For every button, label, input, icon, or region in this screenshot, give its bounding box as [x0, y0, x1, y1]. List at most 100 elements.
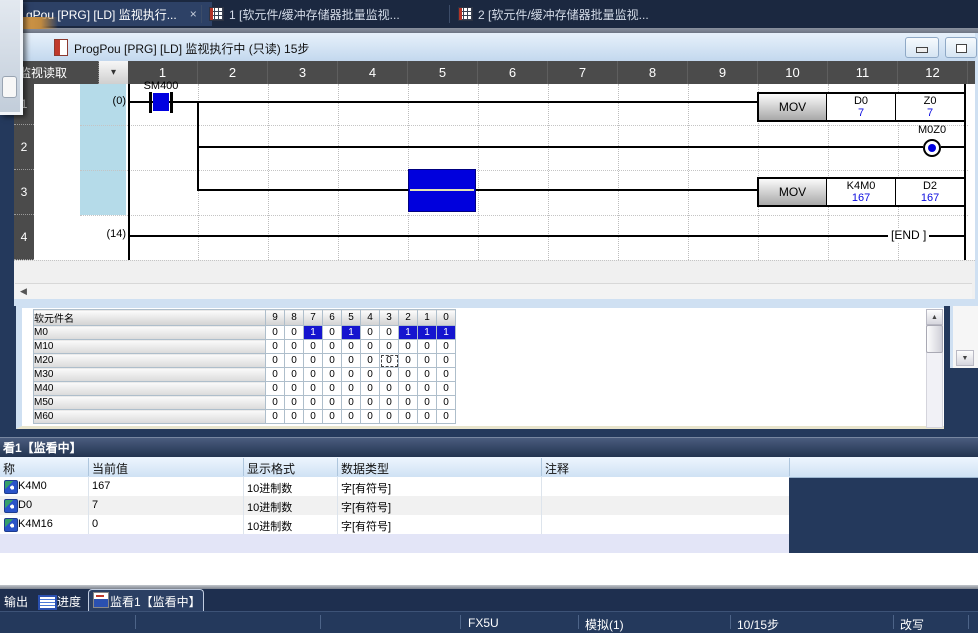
bit-value-cell[interactable]: 0: [285, 340, 304, 354]
bit-value-cell[interactable]: 0: [418, 382, 437, 396]
bit-value-cell[interactable]: 0: [304, 340, 323, 354]
bit-value-cell[interactable]: 0: [437, 368, 456, 382]
bit-value-cell[interactable]: 0: [266, 340, 285, 354]
floating-window-fragment[interactable]: [0, 0, 23, 115]
bit-value-cell[interactable]: 0: [418, 396, 437, 410]
watch-col-format[interactable]: 显示格式: [247, 460, 295, 477]
bit-value-cell[interactable]: 0: [380, 326, 399, 340]
watch-col-type[interactable]: 数据类型: [341, 460, 389, 477]
bit-value-cell[interactable]: 0: [285, 368, 304, 382]
bit-value-cell[interactable]: 0: [342, 354, 361, 368]
bit-value-cell[interactable]: 0: [285, 326, 304, 340]
watch-col-name[interactable]: 称: [3, 460, 15, 477]
bit-value-cell[interactable]: 0: [342, 410, 361, 424]
bit-value-cell[interactable]: 1: [437, 326, 456, 340]
bit-value-cell[interactable]: 0: [380, 340, 399, 354]
column-divider[interactable]: [541, 458, 542, 476]
bit-value-cell[interactable]: 0: [266, 410, 285, 424]
bit-value-cell[interactable]: 0: [361, 340, 380, 354]
ladder-column-header[interactable]: 4: [338, 61, 408, 84]
ladder-column-header[interactable]: 10: [758, 61, 828, 84]
bit-value-cell[interactable]: 0: [361, 382, 380, 396]
column-divider[interactable]: [88, 458, 89, 476]
ladder-row-header[interactable]: 3: [14, 170, 34, 215]
bit-value-cell[interactable]: 0: [304, 382, 323, 396]
column-dropdown-cell[interactable]: ▾: [99, 61, 128, 84]
ladder-column-header[interactable]: 2: [198, 61, 268, 84]
ladder-column-header[interactable]: 9: [688, 61, 758, 84]
scrollbar-thumb[interactable]: [926, 325, 943, 353]
bit-value-cell[interactable]: 0: [266, 368, 285, 382]
tab-device-monitor-2[interactable]: 2 [软元件/缓冲存储器批量监视...: [452, 2, 704, 26]
bit-value-cell[interactable]: 0: [399, 368, 418, 382]
device-name-cell[interactable]: M50: [34, 396, 266, 410]
bit-value-cell[interactable]: 0: [361, 326, 380, 340]
bit-value-cell[interactable]: 0: [418, 410, 437, 424]
bit-value-cell[interactable]: 0: [380, 410, 399, 424]
bit-value-cell[interactable]: 0: [285, 382, 304, 396]
ladder-column-header[interactable]: 6: [478, 61, 548, 84]
bit-value-cell[interactable]: 0: [437, 396, 456, 410]
bit-value-cell[interactable]: 0: [342, 396, 361, 410]
bit-value-cell[interactable]: 0: [399, 354, 418, 368]
bit-value-cell[interactable]: 0: [285, 410, 304, 424]
bit-value-cell[interactable]: 0: [323, 326, 342, 340]
bit-value-cell[interactable]: 1: [342, 326, 361, 340]
watch-col-value[interactable]: 当前值: [92, 460, 128, 477]
bit-value-cell[interactable]: 0: [285, 396, 304, 410]
bit-value-cell[interactable]: 0: [323, 354, 342, 368]
device-name-cell[interactable]: M0: [34, 326, 266, 340]
bit-value-cell[interactable]: 0: [399, 410, 418, 424]
ladder-column-header[interactable]: 5: [408, 61, 478, 84]
bit-value-cell[interactable]: 0: [304, 368, 323, 382]
bit-value-cell[interactable]: 0: [266, 326, 285, 340]
tab-watch1-label[interactable]: 监看1【监看中】: [110, 593, 201, 610]
floating-window-button[interactable]: [2, 76, 17, 98]
ladder-row-header[interactable]: 2: [14, 125, 34, 170]
device-name-cell[interactable]: M40: [34, 382, 266, 396]
bit-value-cell[interactable]: 0: [399, 340, 418, 354]
bit-value-cell[interactable]: 0: [418, 354, 437, 368]
bit-value-cell[interactable]: 0: [342, 340, 361, 354]
bit-value-cell[interactable]: 0: [380, 382, 399, 396]
bit-value-cell[interactable]: 1: [304, 326, 323, 340]
watch-row[interactable]: K4M16 0 10进制数 字[有符号]: [0, 515, 789, 534]
bit-value-cell[interactable]: 0: [323, 382, 342, 396]
bit-value-cell[interactable]: 0: [437, 354, 456, 368]
bit-value-cell[interactable]: 0: [304, 410, 323, 424]
end-instruction[interactable]: [END ]: [888, 228, 929, 242]
column-divider[interactable]: [243, 458, 244, 476]
bit-value-cell[interactable]: 0: [437, 382, 456, 396]
bit-value-cell[interactable]: 0: [266, 354, 285, 368]
mov-instruction-2[interactable]: MOV K4M0167 D2167: [757, 177, 966, 207]
column-divider[interactable]: [337, 458, 338, 476]
bit-value-cell[interactable]: 0: [361, 396, 380, 410]
column-divider[interactable]: [789, 458, 790, 476]
bit-value-cell[interactable]: 0: [266, 396, 285, 410]
contact-bar-left[interactable]: [149, 92, 152, 113]
ladder-column-header[interactable]: 3: [268, 61, 338, 84]
minimize-button[interactable]: [905, 37, 939, 58]
ladder-column-header[interactable]: 7: [548, 61, 618, 84]
contact-bar-right[interactable]: [170, 92, 173, 113]
bit-value-cell[interactable]: 0: [342, 382, 361, 396]
watch-row-empty[interactable]: [0, 534, 789, 553]
device-name-cell[interactable]: M20: [34, 354, 266, 368]
bit-value-cell[interactable]: 0: [361, 354, 380, 368]
watch-col-comment[interactable]: 注释: [545, 460, 569, 477]
bit-value-cell[interactable]: 0: [342, 368, 361, 382]
scroll-down-button[interactable]: ▼: [956, 350, 974, 366]
ladder-column-header[interactable]: 11: [828, 61, 898, 84]
restore-button[interactable]: [945, 37, 977, 58]
ladder-column-header[interactable]: 8: [618, 61, 688, 84]
watch-row[interactable]: D0 7 10进制数 字[有符号]: [0, 496, 789, 515]
watch-row[interactable]: K4M0 167 10进制数 字[有符号]: [0, 477, 789, 496]
bit-value-cell[interactable]: 0: [418, 340, 437, 354]
bit-value-cell[interactable]: 0: [323, 340, 342, 354]
tab-progress[interactable]: 进度: [57, 593, 81, 610]
bit-value-cell[interactable]: 0: [304, 396, 323, 410]
mov-instruction-1[interactable]: MOV D07 Z07: [757, 92, 966, 122]
ladder-row-header[interactable]: 4: [14, 215, 34, 260]
bit-value-cell[interactable]: 0: [323, 368, 342, 382]
close-icon[interactable]: ×: [190, 7, 197, 21]
